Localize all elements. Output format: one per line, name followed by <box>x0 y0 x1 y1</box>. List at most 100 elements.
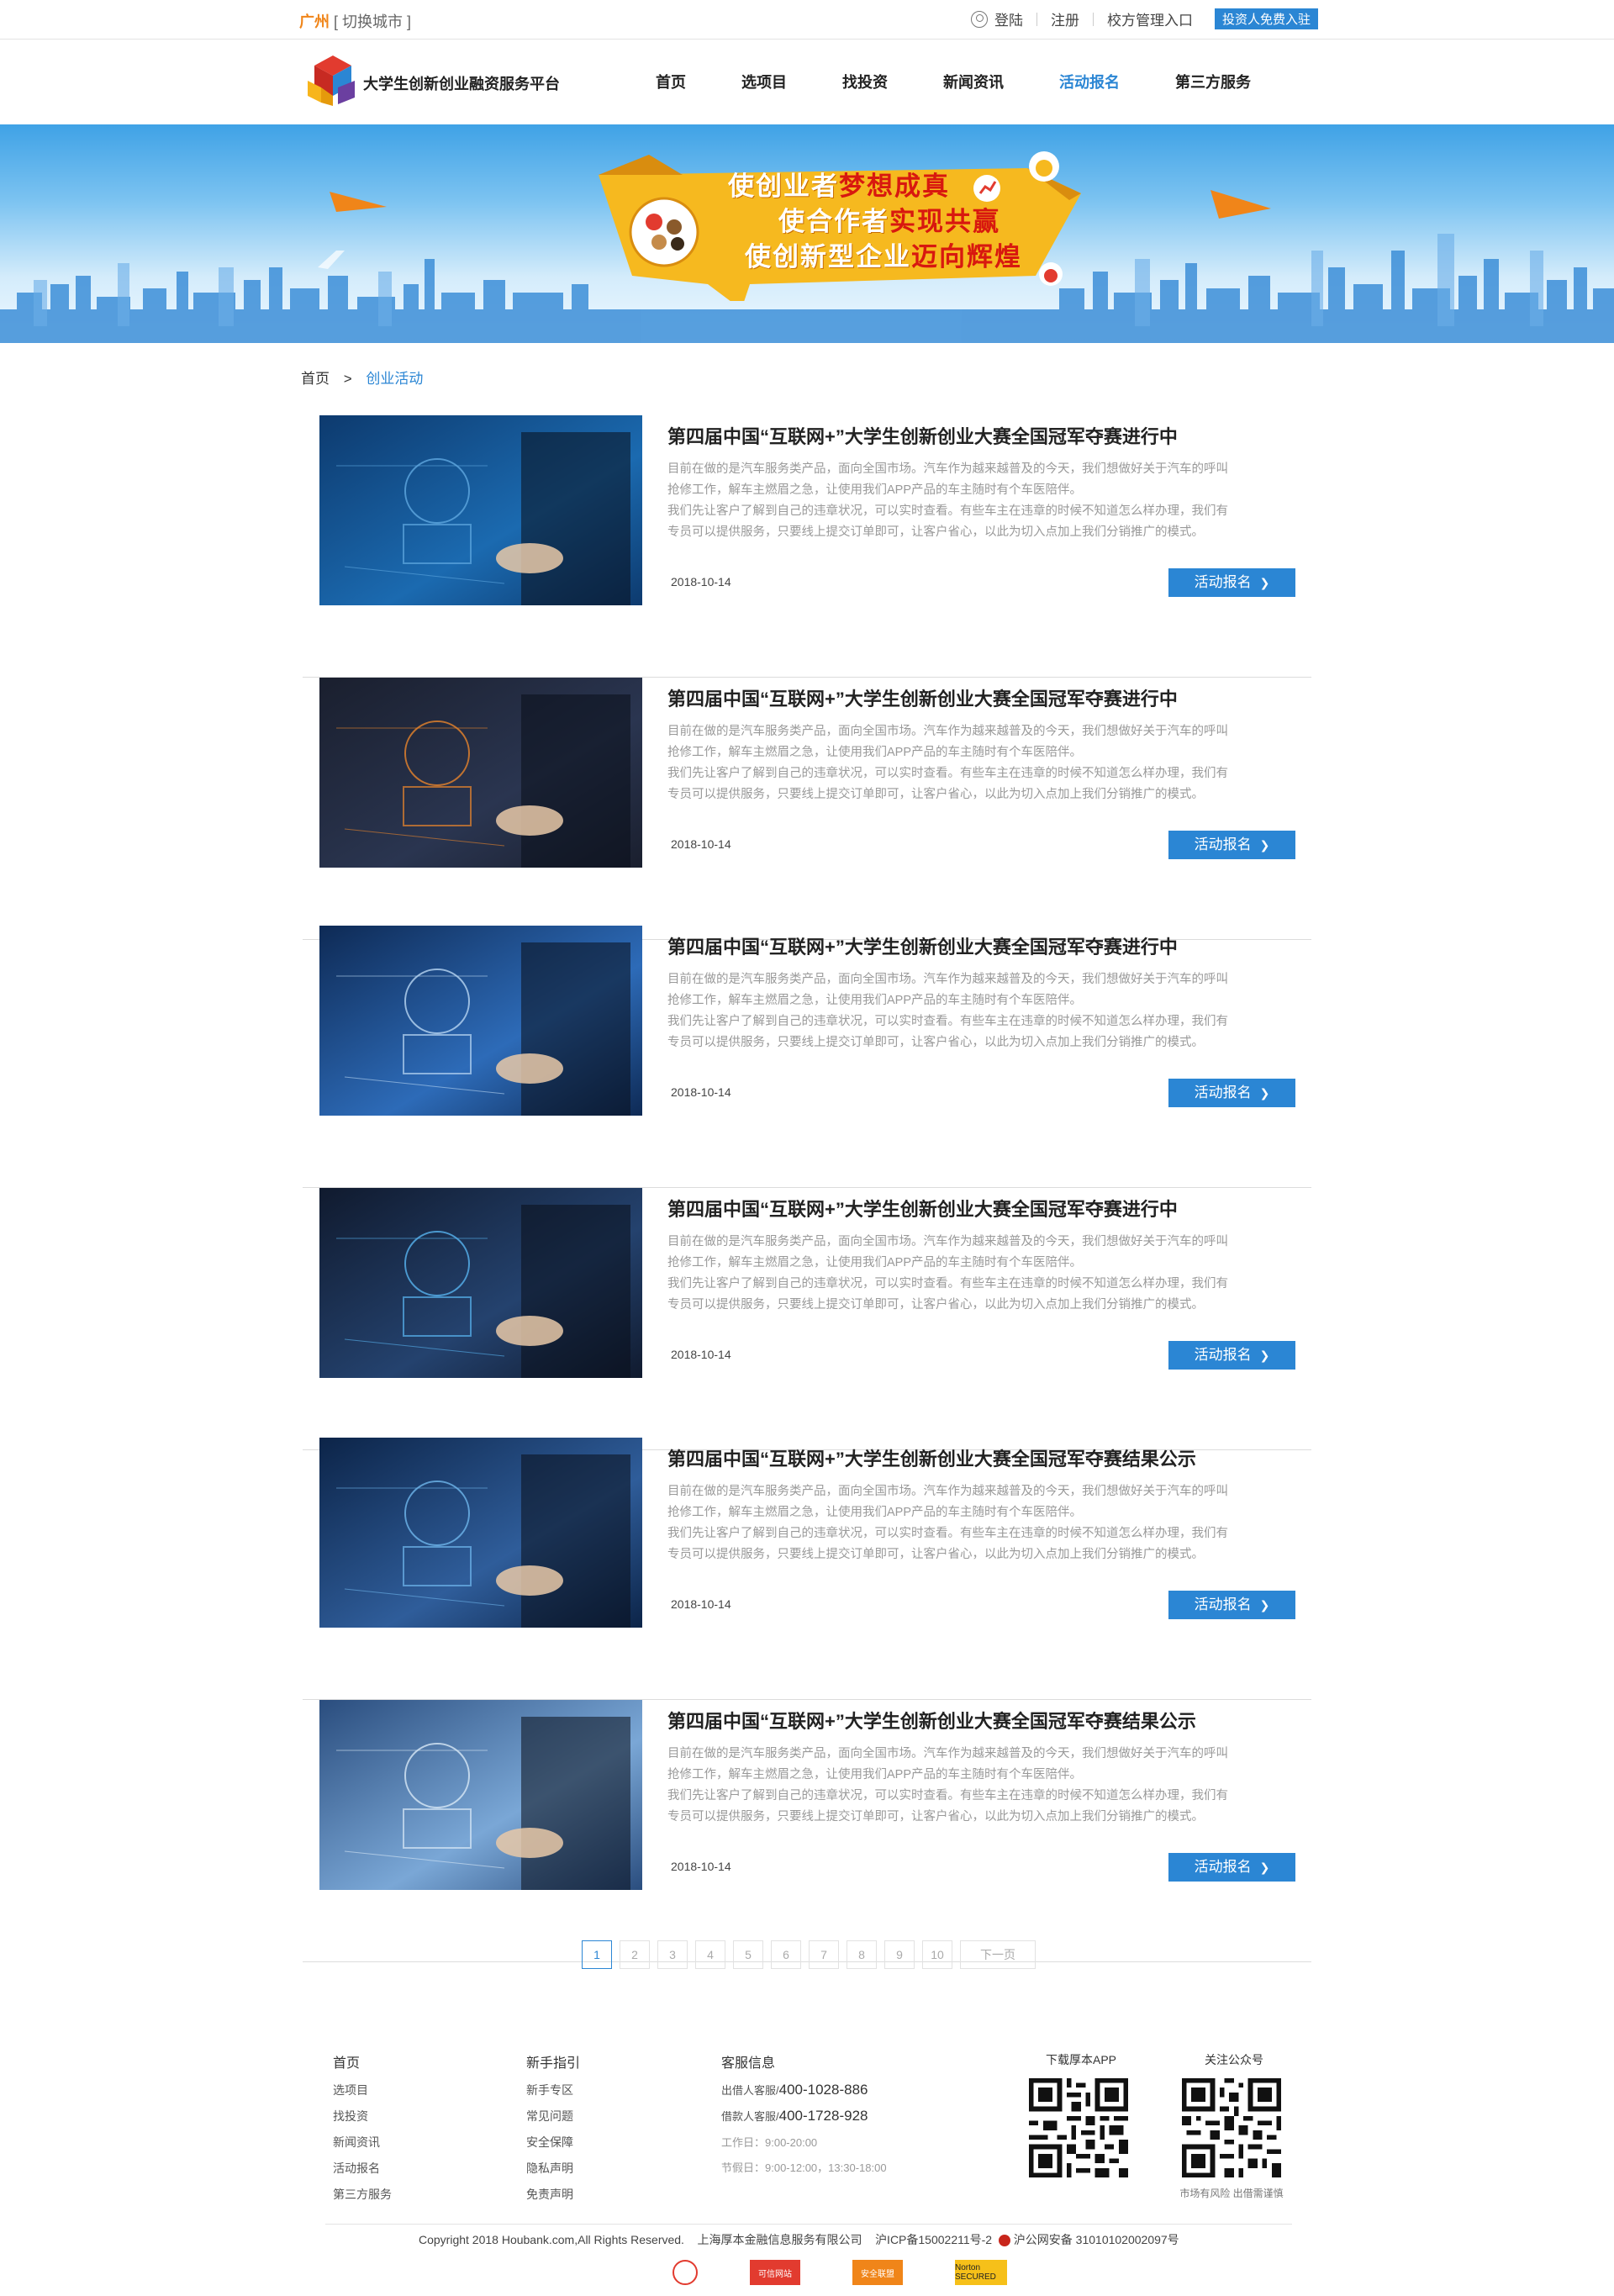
security-alliance-badge[interactable]: 安全联盟 <box>852 2260 903 2285</box>
activity-item: 第四届中国“互联网+”大学生创新创业大赛全国冠军夺赛进行中目前在做的是汽车服务类… <box>303 678 1311 940</box>
summary-line: 目前在做的是汽车服务类产品，面向全国市场。汽车作为越来越普及的今天，我们想做好关… <box>667 462 1228 476</box>
summary-line: 目前在做的是汽车服务类产品，面向全国市场。汽车作为越来越普及的今天，我们想做好关… <box>667 1235 1228 1248</box>
wechat-qr-code-icon[interactable] <box>1182 2078 1281 2177</box>
activity-title[interactable]: 第四届中国“互联网+”大学生创新创业大赛全国冠军夺赛结果公示 <box>667 1707 1196 1734</box>
page-2[interactable]: 2 <box>620 1940 650 1969</box>
chevron-right-icon: ❯ <box>1259 1086 1270 1100</box>
activity-item: 第四届中国“互联网+”大学生创新创业大赛全国冠军夺赛进行中目前在做的是汽车服务类… <box>303 415 1311 678</box>
footer-link[interactable]: 选项目 <box>333 2082 392 2098</box>
current-city[interactable]: 广州 <box>299 13 330 30</box>
slogan-line-3-highlight: 迈向辉煌 <box>911 242 1022 272</box>
nav-activities[interactable]: 活动报名 <box>1059 71 1120 92</box>
footer-link[interactable]: 找投资 <box>333 2108 392 2124</box>
chevron-right-icon: ❯ <box>1259 1598 1270 1612</box>
nav-news[interactable]: 新闻资讯 <box>943 71 1004 92</box>
workday-hours: 工作日：9:00-20:00 <box>721 2136 818 2149</box>
chevron-right-icon: ❯ <box>1259 1861 1270 1874</box>
globe-network-icon[interactable] <box>319 1188 642 1378</box>
chevron-right-icon: ❯ <box>1259 1349 1270 1362</box>
borrower-label: 借款人客服/ <box>721 2110 779 2123</box>
slogan-line-3-text: 使创新型企业 <box>745 242 911 272</box>
footer-service-info: 客服信息 出借人客服/400-1028-886 借款人客服/400-1728-9… <box>721 2051 887 2184</box>
site-header: 大学生创新创业融资服务平台 首页 选项目 找投资 新闻资讯 活动报名 第三方服务 <box>0 40 1614 124</box>
register-activity-button[interactable]: 活动报名 ❯ <box>1168 1591 1295 1619</box>
register-activity-button[interactable]: 活动报名 ❯ <box>1168 568 1295 597</box>
logo-cube-icon[interactable] <box>308 54 358 106</box>
next-page-button[interactable]: 下一页 <box>960 1940 1036 1969</box>
gov-seal-icon[interactable] <box>672 2260 698 2285</box>
summary-line: 目前在做的是汽车服务类产品，面向全国市场。汽车作为越来越普及的今天，我们想做好关… <box>667 725 1228 738</box>
footer-link[interactable]: 常见问题 <box>526 2108 580 2124</box>
activity-title[interactable]: 第四届中国“互联网+”大学生创新创业大赛全国冠军夺赛进行中 <box>667 1195 1178 1222</box>
footer-divider <box>325 2224 1292 2225</box>
summary-line: 我们先让客户了解到自己的违章状况，可以实时查看。有些车主在违章的时候不知道怎么样… <box>667 1277 1228 1291</box>
footer-link[interactable]: 隐私声明 <box>526 2160 580 2177</box>
divider <box>1092 12 1094 26</box>
slogan-line-2-highlight: 实现共赢 <box>889 207 1000 236</box>
holiday-hours: 节假日：9:00-12:00，13:30-18:00 <box>721 2161 887 2174</box>
footer-link[interactable]: 新手专区 <box>526 2082 580 2098</box>
page-1[interactable]: 1 <box>582 1940 612 1969</box>
city-selector[interactable]: 广州 [ 切换城市 ] <box>299 10 411 32</box>
register-link[interactable]: 注册 <box>1051 8 1079 29</box>
trusted-site-badge[interactable]: 可信网站 <box>750 2260 800 2285</box>
footer-link[interactable]: 新闻资讯 <box>333 2134 392 2151</box>
footer-link[interactable]: 第三方服务 <box>333 2186 392 2203</box>
activity-item: 第四届中国“互联网+”大学生创新创业大赛全国冠军夺赛结果公示目前在做的是汽车服务… <box>303 1438 1311 1700</box>
page-6[interactable]: 6 <box>771 1940 801 1969</box>
footer-col-title[interactable]: 首页 <box>333 2051 392 2072</box>
activity-date: 2018-10-14 <box>671 837 731 851</box>
team-hands-icon <box>629 197 699 267</box>
page-9[interactable]: 9 <box>884 1940 915 1969</box>
slogan-line-1: 使创业者梦想成真 <box>728 165 950 203</box>
nav-projects[interactable]: 选项目 <box>741 71 787 92</box>
breadcrumb-home[interactable]: 首页 <box>301 371 330 387</box>
footer-link[interactable]: 免责声明 <box>526 2186 580 2203</box>
activity-item: 第四届中国“互联网+”大学生创新创业大赛全国冠军夺赛结果公示目前在做的是汽车服务… <box>303 1700 1311 1962</box>
activity-item: 第四届中国“互联网+”大学生创新创业大赛全国冠军夺赛进行中 目前在做的是汽车服务类… <box>303 926 1311 1188</box>
summary-line: 我们先让客户了解到自己的违章状况，可以实时查看。有些车主在违章的时候不知道怎么样… <box>667 1015 1228 1028</box>
activity-summary: 目前在做的是汽车服务类产品，面向全国市场。汽车作为越来越普及的今天，我们想做好关… <box>667 1481 1291 1565</box>
credit-card-keyboard-icon[interactable] <box>319 1700 642 1890</box>
activity-title[interactable]: 第四届中国“互联网+”大学生创新创业大赛全国冠军夺赛进行中 <box>667 422 1178 449</box>
keyboard-hands-icon[interactable] <box>319 926 642 1116</box>
footer-link[interactable]: 活动报名 <box>333 2160 392 2177</box>
nav-investment[interactable]: 找投资 <box>842 71 888 92</box>
norton-badge[interactable]: Norton SECURED <box>955 2260 1007 2285</box>
footer-col-home: 首页 选项目 找投资 新闻资讯 活动报名 第三方服务 <box>333 2051 392 2212</box>
nav-home[interactable]: 首页 <box>656 71 686 92</box>
police-badge-icon <box>998 2235 1010 2247</box>
school-entry-link[interactable]: 校方管理入口 <box>1107 8 1193 29</box>
page-4[interactable]: 4 <box>695 1940 725 1969</box>
email-tablet-icon[interactable] <box>319 415 642 605</box>
site-name[interactable]: 大学生创新创业融资服务平台 <box>363 72 560 94</box>
activity-summary: 目前在做的是汽车服务类产品，面向全国市场。汽车作为越来越普及的今天，我们想做好关… <box>667 1232 1291 1316</box>
icp-number[interactable]: 沪ICP备15002211号-2 <box>875 2233 992 2246</box>
nav-third-party[interactable]: 第三方服务 <box>1175 71 1251 92</box>
page-7[interactable]: 7 <box>809 1940 839 1969</box>
page-8[interactable]: 8 <box>847 1940 877 1969</box>
activity-date: 2018-10-14 <box>671 1597 731 1611</box>
activity-title[interactable]: 第四届中国“互联网+”大学生创新创业大赛全国冠军夺赛进行中 <box>667 932 1178 959</box>
borrower-phone: 400-1728-928 <box>778 2108 868 2124</box>
top-bar: 广州 [ 切换城市 ] 登陆 注册 校方管理入口 投资人免费入驻 <box>0 0 1614 40</box>
register-activity-button[interactable]: 活动报名 ❯ <box>1168 1853 1295 1882</box>
business-strategy-icon[interactable] <box>319 1438 642 1628</box>
activity-title[interactable]: 第四届中国“互联网+”大学生创新创业大赛全国冠军夺赛进行中 <box>667 684 1178 711</box>
investor-entry-button[interactable]: 投资人免费入驻 <box>1214 8 1318 29</box>
app-qr-code-icon[interactable] <box>1029 2078 1128 2177</box>
register-activity-button[interactable]: 活动报名 ❯ <box>1168 831 1295 859</box>
page-10[interactable]: 10 <box>922 1940 952 1969</box>
activity-title[interactable]: 第四届中国“互联网+”大学生创新创业大赛全国冠军夺赛结果公示 <box>667 1444 1196 1471</box>
growth-chart-icon[interactable] <box>319 678 642 868</box>
page-3[interactable]: 3 <box>657 1940 688 1969</box>
app-qr-caption: 下载厚本APP <box>1045 2053 1116 2066</box>
footer-link[interactable]: 安全保障 <box>526 2134 580 2151</box>
login-link[interactable]: 登陆 <box>994 8 1023 29</box>
switch-city-link[interactable]: [ 切换城市 ] <box>334 13 411 30</box>
register-activity-button[interactable]: 活动报名 ❯ <box>1168 1079 1295 1107</box>
register-activity-button[interactable]: 活动报名 ❯ <box>1168 1341 1295 1370</box>
police-record[interactable]: 沪公网安备 31010102002097号 <box>1014 2233 1179 2246</box>
page-5[interactable]: 5 <box>733 1940 763 1969</box>
activity-summary: 目前在做的是汽车服务类产品，面向全国市场。汽车作为越来越普及的今天，我们想做好关… <box>667 1744 1291 1828</box>
